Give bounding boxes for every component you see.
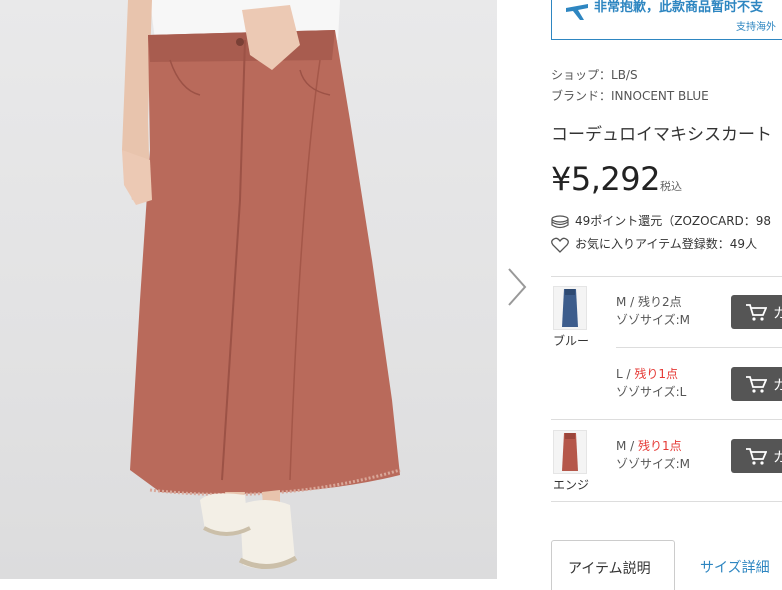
- divider: [551, 419, 782, 420]
- zozo-size: ゾゾサイズ:L: [616, 385, 687, 399]
- product-price: ¥5,292: [551, 160, 660, 198]
- divider: [551, 501, 782, 502]
- cart-label: カ: [773, 450, 782, 466]
- swatch-image: [562, 433, 578, 471]
- notice-subtext: 支持海外: [736, 22, 776, 33]
- add-to-cart-button[interactable]: カ: [731, 367, 782, 401]
- color-swatch-blue[interactable]: [553, 286, 587, 330]
- variant-row: M / 残り1点 ゾゾサイズ:M: [616, 437, 690, 473]
- next-image-button[interactable]: [503, 265, 529, 309]
- cart-icon: [746, 376, 767, 393]
- product-title: コーデュロイマキシスカート: [551, 125, 772, 145]
- brand-line: ブランド：INNOCENT BLUE: [551, 87, 709, 104]
- divider: [551, 276, 782, 277]
- shop-line: ショップ：LB/S: [551, 66, 638, 83]
- slash: /: [626, 295, 639, 309]
- tab-size-detail[interactable]: サイズ詳細: [700, 557, 770, 577]
- size-label: M: [616, 439, 627, 453]
- chevron-right-icon: [508, 268, 527, 306]
- color-name-enji: エンジ: [553, 478, 590, 492]
- variant-row: M / 残り2点 ゾゾサイズ:M: [616, 293, 690, 329]
- color-name-blue: ブルー: [553, 334, 590, 348]
- zozo-size: ゾゾサイズ:M: [616, 457, 691, 471]
- cart-icon: [746, 304, 767, 321]
- notice-text: 非常抱歉，此款商品暂时不支: [594, 0, 764, 15]
- cart-icon: [746, 448, 767, 465]
- shop-link[interactable]: LB/S: [611, 68, 638, 82]
- color-swatch-enji[interactable]: [553, 430, 587, 474]
- brand-link[interactable]: INNOCENT BLUE: [611, 89, 709, 103]
- divider: [616, 347, 782, 348]
- slash: /: [626, 439, 639, 453]
- brand-label: ブランド：: [551, 89, 612, 103]
- shipping-notice: 非常抱歉，此款商品暂时不支 支持海外: [551, 0, 782, 40]
- add-to-cart-button[interactable]: カ: [731, 439, 782, 473]
- points-text: 49ポイント還元（ZOZOCARD：98: [575, 214, 772, 228]
- tab-label: アイテム説明: [568, 561, 651, 577]
- cart-label: カ: [773, 306, 782, 322]
- skirt-photo: [122, 0, 401, 569]
- points-line: 49ポイント還元（ZOZOCARD：98: [551, 212, 771, 229]
- tab-item-description[interactable]: アイテム説明: [551, 540, 675, 590]
- product-image: [0, 0, 497, 579]
- swatch-image: [562, 289, 578, 327]
- coin-stack-icon: [551, 214, 569, 228]
- slash: /: [622, 367, 635, 381]
- tax-label: 税込: [660, 180, 682, 193]
- favorite-text: お気に入りアイテム登録数：49人: [575, 237, 758, 251]
- shop-label: ショップ：: [551, 68, 612, 82]
- plane-icon: [566, 4, 588, 20]
- add-to-cart-button[interactable]: カ: [731, 295, 782, 329]
- stock-label: 残り1点: [634, 367, 678, 381]
- stock-label: 残り1点: [638, 439, 682, 453]
- cart-label: カ: [773, 378, 782, 394]
- variant-row: L / 残り1点 ゾゾサイズ:L: [616, 365, 686, 401]
- favorite-line: お気に入りアイテム登録数：49人: [551, 235, 757, 253]
- size-label: L: [616, 367, 623, 381]
- stock-label: 残り2点: [638, 295, 682, 309]
- zozo-size: ゾゾサイズ:M: [616, 313, 691, 327]
- heart-icon[interactable]: [551, 237, 569, 253]
- size-label: M: [616, 295, 627, 309]
